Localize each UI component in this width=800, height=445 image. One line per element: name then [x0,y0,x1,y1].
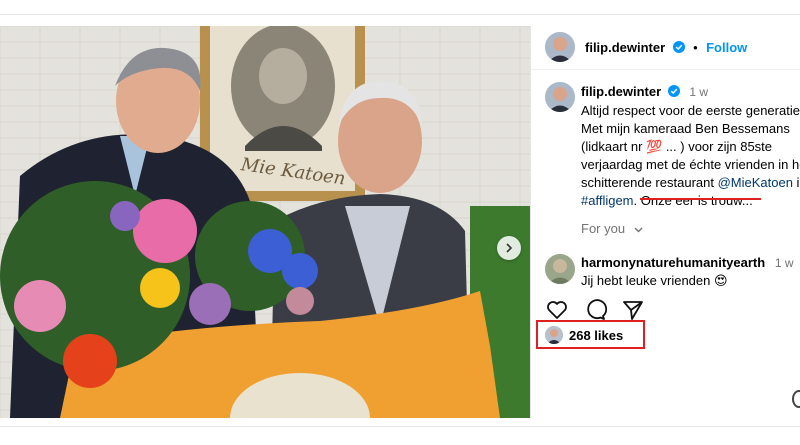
post-side-panel: filip.dewinter • Follow filip.dewinter 1… [531,26,800,426]
commenter-username[interactable]: harmonynaturehumanityearth [581,255,765,270]
avatar-image [545,82,575,112]
post-photo[interactable]: Mie Katoen [0,26,530,418]
for-you-label: For you [581,221,626,236]
caption-author-avatar[interactable] [545,82,575,112]
heart-icon [547,301,567,319]
caption-line: schitterende restaurant [581,175,718,190]
share-button[interactable] [621,298,645,322]
avatar-image [545,32,575,62]
next-photo-button[interactable] [497,236,521,260]
verified-badge-icon [672,41,685,53]
annotation-box [536,320,645,349]
separator-dot: • [693,40,698,55]
share-icon [623,301,643,320]
scroll-indicator[interactable] [792,390,800,408]
commenter-avatar[interactable] [545,254,575,284]
caption-text: in [796,175,800,190]
comment: harmonynaturehumanityearth 1 w Jij hebt … [581,254,794,290]
caption-author-username[interactable]: filip.dewinter [581,84,661,99]
hashtag-link[interactable]: #affligem [581,193,634,208]
chevron-right-icon [506,243,513,253]
caption-line: Altijd respect voor de eerste generatie. [581,103,800,118]
caption-line-with-mention: schitterende restaurant @MieKatoen in [581,174,800,192]
like-button[interactable] [545,298,569,322]
mention-link[interactable]: @MieKatoen [718,175,793,190]
comment-time-ago: 1 w [774,256,794,270]
caption-line: Met mijn kameraad Ben Bessemans [581,121,790,136]
comment-icon [587,299,607,320]
caption-text: . Onze eer is trouw... [633,193,753,208]
avatar-image [545,254,575,284]
for-you-toggle[interactable]: For you [581,221,643,236]
caption-line-with-hashtag: #affligem. Onze eer is trouw... [581,192,800,210]
caption-line: (lidkaart nr 💯 ... ) voor zijn 85ste [581,139,773,154]
bottom-divider [0,426,800,427]
post-header: filip.dewinter • Follow [531,26,800,70]
comment-button[interactable] [583,298,607,322]
chevron-down-icon [634,227,643,233]
post-photo-illustration: Mie Katoen [0,26,530,418]
post-caption: Altijd respect voor de eerste generatie.… [581,102,800,210]
follow-button[interactable]: Follow [706,40,747,55]
verified-badge-icon [667,85,680,97]
post-time-ago[interactable]: 1 w [689,85,708,99]
instagram-post-window: Mie Katoen filip.dewinter • Follow filip… [0,0,800,445]
author-avatar[interactable] [545,32,575,62]
author-username[interactable]: filip.dewinter [585,40,665,55]
comment-text: Jij hebt leuke vrienden 😍 [581,273,728,288]
top-divider [0,14,800,15]
annotation-underline [640,198,761,200]
caption-line: verjaardag met de échte vrienden in he [581,157,800,172]
